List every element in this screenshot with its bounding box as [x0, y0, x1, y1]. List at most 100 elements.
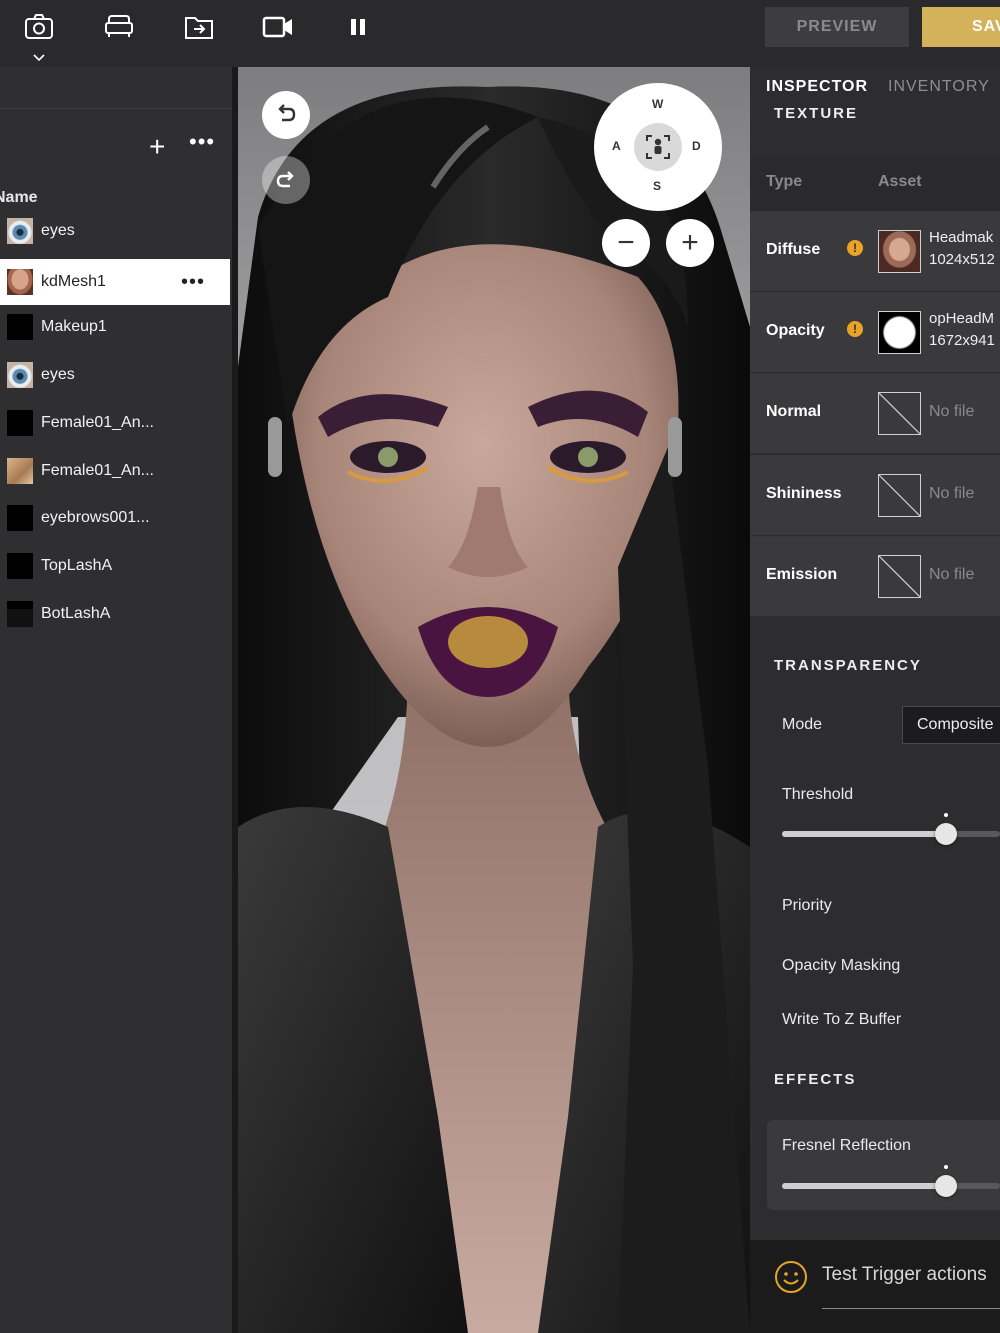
texture-type-label: Diffuse	[766, 241, 821, 258]
column-header-name: Name	[0, 189, 38, 206]
fresnel-reflection-group	[767, 1120, 1000, 1210]
fresnel-reflection-label: Fresnel Reflection	[782, 1137, 911, 1154]
no-file-label: No file	[929, 403, 975, 420]
texture-asset-name: opHeadM	[929, 310, 995, 327]
fresnel-slider[interactable]	[782, 1165, 1000, 1197]
tab-inspector[interactable]: INSPECTOR	[766, 78, 868, 96]
empty-texture-icon[interactable]	[878, 392, 921, 435]
nav-d-label[interactable]: D	[692, 139, 701, 153]
column-asset: Asset	[878, 173, 922, 190]
empty-texture-icon[interactable]	[878, 474, 921, 517]
texture-type-label: Normal	[766, 403, 822, 420]
texture-row-diffuse[interactable]: Diffuse ! Headmak 1024x512	[750, 211, 1000, 291]
layer-name: eyebrows001...	[41, 509, 150, 526]
layer-item[interactable]: Makeup1	[0, 304, 230, 350]
layer-name: Female01_An...	[41, 462, 154, 479]
texture-columns-header: Type Asset	[750, 157, 1000, 211]
slider-tick	[944, 813, 948, 817]
layer-thumbnail	[7, 458, 33, 484]
export-folder-icon[interactable]	[182, 10, 216, 44]
tab-inventory[interactable]: INVENTORY	[888, 78, 990, 96]
column-type: Type	[766, 173, 803, 190]
app-root: PREVIEW SAVE + ••• Name eyes kdMesh1 •••…	[0, 0, 1000, 1333]
chevron-down-icon[interactable]	[32, 50, 46, 62]
add-layer-button[interactable]: +	[149, 133, 165, 161]
layer-item[interactable]: eyes	[0, 352, 230, 398]
warning-icon[interactable]: !	[847, 321, 863, 337]
layer-more-icon[interactable]: •••	[181, 271, 205, 294]
undo-button[interactable]	[262, 91, 310, 139]
chat-input-underline	[822, 1308, 1000, 1309]
chat-input[interactable]: Test Trigger actions	[822, 1264, 987, 1286]
texture-type-label: Emission	[766, 566, 838, 583]
layer-name: Female01_An...	[41, 414, 154, 431]
no-file-label: No file	[929, 566, 975, 583]
slider-handle[interactable]	[935, 823, 957, 845]
undo-icon	[278, 104, 296, 122]
layer-thumbnail	[7, 218, 33, 244]
3d-viewport[interactable]: W A D S − +	[238, 67, 750, 1333]
texture-type-label: Opacity	[766, 322, 825, 339]
texture-type-label: Shininess	[766, 485, 842, 502]
effects-section-title: EFFECTS	[774, 1071, 857, 1088]
layer-item[interactable]: eyebrows001...	[0, 495, 230, 541]
threshold-label: Threshold	[782, 786, 854, 803]
opacity-masking-label: Opacity Masking	[782, 957, 901, 974]
layer-name: Makeup1	[41, 318, 107, 335]
layer-thumbnail	[7, 269, 33, 295]
warning-icon[interactable]: !	[847, 240, 863, 256]
layer-thumbnail	[7, 410, 33, 436]
zoom-out-button[interactable]: −	[602, 219, 650, 267]
texture-row-emission[interactable]: Emission No file	[750, 536, 1000, 616]
texture-row-shininess[interactable]: Shininess No file	[750, 455, 1000, 535]
furniture-icon[interactable]	[102, 10, 136, 44]
layer-item[interactable]: BotLashA	[0, 591, 230, 637]
threshold-slider[interactable]	[782, 813, 1000, 845]
transparency-section-title: TRANSPARENCY	[774, 657, 922, 674]
layer-name: TopLashA	[41, 557, 113, 574]
camera-icon[interactable]	[22, 10, 56, 44]
texture-section-header: TEXTURE	[750, 105, 1000, 125]
mode-select[interactable]: Composite	[902, 706, 1000, 744]
nav-s-label[interactable]: S	[653, 179, 661, 193]
save-button[interactable]: SAVE	[922, 7, 1000, 47]
redo-icon	[276, 171, 294, 188]
layer-name: kdMesh1	[41, 273, 106, 290]
priority-label: Priority	[782, 897, 832, 914]
emoji-icon[interactable]	[774, 1260, 808, 1294]
layer-item[interactable]: Female01_An...	[0, 448, 230, 494]
redo-button[interactable]	[262, 156, 310, 204]
person-focus-icon	[646, 135, 670, 159]
texture-thumbnail[interactable]	[878, 311, 921, 354]
navigation-wheel[interactable]: W A D S	[594, 83, 722, 211]
slider-fill	[782, 1183, 946, 1189]
layer-thumbnail	[7, 505, 33, 531]
recenter-avatar-button[interactable]	[634, 123, 682, 171]
write-z-buffer-label: Write To Z Buffer	[782, 1011, 902, 1028]
texture-row-normal[interactable]: Normal No file	[750, 373, 1000, 453]
texture-asset-name: Headmak	[929, 229, 994, 246]
texture-asset-size: 1672x941	[929, 332, 995, 349]
nav-a-label[interactable]: A	[612, 139, 621, 153]
no-file-label: No file	[929, 485, 975, 502]
slider-handle[interactable]	[935, 1175, 957, 1197]
texture-row-opacity[interactable]: Opacity ! opHeadM 1672x941	[750, 292, 1000, 372]
layer-item-selected[interactable]: kdMesh1 •••	[0, 259, 230, 305]
video-camera-icon[interactable]	[261, 10, 295, 44]
chat-bar: Test Trigger actions	[750, 1240, 1000, 1333]
top-toolbar: PREVIEW SAVE	[0, 0, 1000, 67]
nav-w-label[interactable]: W	[652, 97, 663, 111]
slider-tick	[944, 1165, 948, 1169]
empty-texture-icon[interactable]	[878, 555, 921, 598]
layer-item[interactable]: eyes	[0, 208, 230, 254]
layer-item[interactable]: Female01_An...	[0, 400, 230, 446]
more-options-icon[interactable]: •••	[189, 129, 215, 155]
texture-thumbnail[interactable]	[878, 230, 921, 273]
pause-icon[interactable]	[341, 10, 375, 44]
layer-item[interactable]: TopLashA	[0, 543, 230, 589]
preview-button[interactable]: PREVIEW	[765, 7, 909, 47]
zoom-in-button[interactable]: +	[666, 219, 714, 267]
layer-thumbnail	[7, 362, 33, 388]
texture-asset-size: 1024x512	[929, 251, 995, 268]
inspector-panel: INSPECTOR INVENTORY TEXTURE Type Asset D…	[750, 67, 1000, 1333]
